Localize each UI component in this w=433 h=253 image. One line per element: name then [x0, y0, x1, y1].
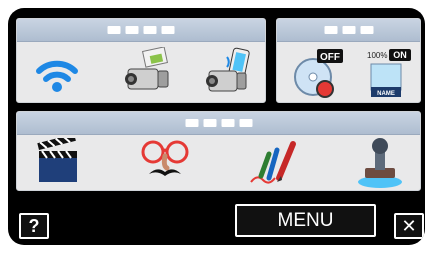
- funny-face-icon[interactable]: [137, 136, 193, 188]
- off-badge: OFF: [320, 52, 340, 63]
- percent-label: 100%: [367, 51, 387, 60]
- menu-button[interactable]: MENU: [235, 204, 376, 237]
- header-label-blocks: [185, 119, 252, 127]
- effects-panel: [16, 111, 421, 191]
- name-label: NAME: [377, 91, 395, 97]
- effects-panel-header: [17, 112, 420, 135]
- close-icon[interactable]: ✕: [394, 213, 424, 239]
- disc-off-icon[interactable]: OFF: [291, 47, 345, 99]
- camera-transfer-icon[interactable]: [122, 47, 172, 97]
- header-label-blocks: [107, 26, 175, 34]
- stamp-icon[interactable]: [353, 134, 407, 190]
- name-on-icon[interactable]: 100% ON NAME: [365, 47, 419, 101]
- network-panel-header: [17, 19, 265, 42]
- on-badge: ON: [393, 50, 407, 60]
- pens-icon[interactable]: [249, 136, 301, 188]
- clapperboard-icon[interactable]: [35, 138, 83, 186]
- network-panel: [16, 18, 266, 103]
- touch-screen: OFF 100% ON NAME ? MENU ✕: [8, 8, 425, 245]
- settings-panel: OFF 100% ON NAME: [276, 18, 421, 103]
- wifi-icon[interactable]: [35, 49, 79, 95]
- help-button[interactable]: ?: [19, 213, 49, 239]
- settings-panel-header: [277, 19, 420, 42]
- camera-phone-icon[interactable]: [205, 47, 255, 97]
- header-label-blocks: [324, 26, 373, 34]
